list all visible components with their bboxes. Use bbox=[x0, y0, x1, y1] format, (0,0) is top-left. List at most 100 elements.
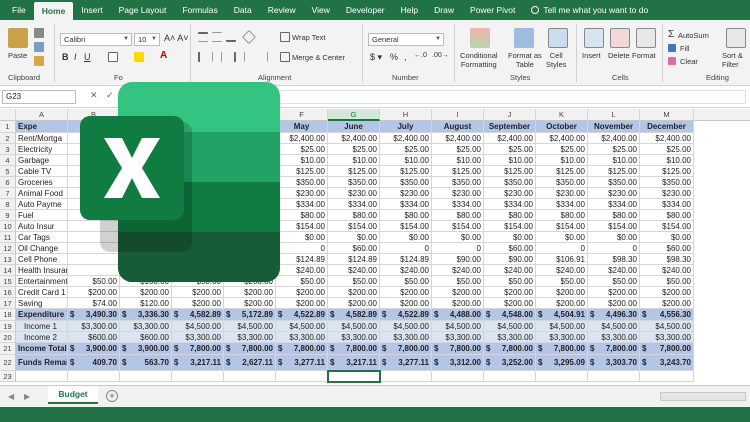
row-header[interactable]: 17 bbox=[0, 298, 16, 309]
autosum-button[interactable]: AutoSum bbox=[678, 31, 709, 40]
cell-h17[interactable]: $200.00 bbox=[380, 298, 432, 309]
font-size-combo[interactable]: 10 ▼ bbox=[134, 33, 160, 46]
cell-m12[interactable]: $60.00 bbox=[640, 243, 694, 254]
row-header[interactable]: 18 bbox=[0, 309, 16, 321]
cell-j9[interactable]: $80.00 bbox=[484, 210, 536, 221]
cell-k15[interactable]: $50.00 bbox=[536, 276, 588, 287]
cell-d20[interactable]: $3,300.00 bbox=[172, 332, 224, 343]
autosum-icon[interactable]: Σ bbox=[668, 29, 674, 40]
cell-h5[interactable]: $125.00 bbox=[380, 166, 432, 177]
conditional-formatting-button[interactable]: Conditional Formatting bbox=[460, 51, 498, 69]
cell-k20[interactable]: $3,300.00 bbox=[536, 332, 588, 343]
cell-h21[interactable]: $7,800.00 bbox=[380, 343, 432, 355]
cell-j19[interactable]: $4,500.00 bbox=[484, 321, 536, 332]
cell-k6[interactable]: $350.00 bbox=[536, 177, 588, 188]
row-header[interactable]: 5 bbox=[0, 166, 16, 177]
cell-l15[interactable]: $50.00 bbox=[588, 276, 640, 287]
cell-g14[interactable]: $240.00 bbox=[328, 265, 380, 276]
cell-h2[interactable]: $2,400.00 bbox=[380, 133, 432, 144]
cell-i15[interactable]: $50.00 bbox=[432, 276, 484, 287]
row-header[interactable]: 12 bbox=[0, 243, 16, 254]
cell-e21[interactable]: $7,800.00 bbox=[224, 343, 276, 355]
cell-j14[interactable]: $240.00 bbox=[484, 265, 536, 276]
row-header[interactable]: 10 bbox=[0, 221, 16, 232]
row-header[interactable]: 9 bbox=[0, 210, 16, 221]
align-bottom-icon[interactable] bbox=[226, 32, 236, 42]
cell-k4[interactable]: $10.00 bbox=[536, 155, 588, 166]
cell-i4[interactable]: $10.00 bbox=[432, 155, 484, 166]
align-left-icon[interactable] bbox=[198, 52, 208, 62]
cell-j13[interactable]: $90.00 bbox=[484, 254, 536, 265]
cell-f21[interactable]: $7,800.00 bbox=[276, 343, 328, 355]
cell-g8[interactable]: $334.00 bbox=[328, 199, 380, 210]
cell-j21[interactable]: $7,800.00 bbox=[484, 343, 536, 355]
cell-m16[interactable]: $200.00 bbox=[640, 287, 694, 298]
cell-d19[interactable]: $4,500.00 bbox=[172, 321, 224, 332]
cell-k5[interactable]: $125.00 bbox=[536, 166, 588, 177]
cell-h23[interactable] bbox=[380, 371, 432, 382]
decimal-increase-icon[interactable]: ←.0 bbox=[414, 52, 427, 59]
cell-m6[interactable]: $350.00 bbox=[640, 177, 694, 188]
sort-filter-icon[interactable] bbox=[726, 28, 746, 48]
cell-e20[interactable]: $3,300.00 bbox=[224, 332, 276, 343]
column-header-i[interactable]: I bbox=[432, 109, 484, 121]
cell-k3[interactable]: $25.00 bbox=[536, 144, 588, 155]
column-header-h[interactable]: H bbox=[380, 109, 432, 121]
tab-help[interactable]: Help bbox=[393, 0, 426, 20]
cell-f23[interactable] bbox=[276, 371, 328, 382]
cell-k8[interactable]: $334.00 bbox=[536, 199, 588, 210]
cell-h11[interactable]: $0.00 bbox=[380, 232, 432, 243]
format-painter-icon[interactable] bbox=[34, 56, 44, 66]
cell-g2[interactable]: $2,400.00 bbox=[328, 133, 380, 144]
cell-l8[interactable]: $334.00 bbox=[588, 199, 640, 210]
tab-insert[interactable]: Insert bbox=[73, 0, 110, 20]
cell-i6[interactable]: $350.00 bbox=[432, 177, 484, 188]
decrease-indent-icon[interactable] bbox=[244, 52, 254, 62]
clear-icon[interactable] bbox=[668, 57, 676, 65]
cell-k22[interactable]: $3,295.09 bbox=[536, 355, 588, 371]
cell-l23[interactable] bbox=[588, 371, 640, 382]
cell-f17[interactable]: $200.00 bbox=[276, 298, 328, 309]
cell-l22[interactable]: $3,303.70 bbox=[588, 355, 640, 371]
merge-center-icon[interactable] bbox=[280, 52, 290, 62]
cell-l5[interactable]: $125.00 bbox=[588, 166, 640, 177]
cell-e18[interactable]: $5,172.89 bbox=[224, 309, 276, 321]
row-header[interactable]: 22 bbox=[0, 355, 16, 371]
tab-home[interactable]: Home bbox=[33, 2, 74, 20]
cell-k17[interactable]: $200.00 bbox=[536, 298, 588, 309]
tab-developer[interactable]: Developer bbox=[338, 0, 393, 20]
cell-k14[interactable]: $240.00 bbox=[536, 265, 588, 276]
cell-g17[interactable]: $200.00 bbox=[328, 298, 380, 309]
cell-m3[interactable]: $25.00 bbox=[640, 144, 694, 155]
cell-m14[interactable]: $240.00 bbox=[640, 265, 694, 276]
cell-a21[interactable]: Income Total: bbox=[16, 343, 68, 355]
cell-l17[interactable]: $200.00 bbox=[588, 298, 640, 309]
cell-j16[interactable]: $200.00 bbox=[484, 287, 536, 298]
tab-power-pivot[interactable]: Power Pivot bbox=[462, 0, 523, 20]
cell-m9[interactable]: $80.00 bbox=[640, 210, 694, 221]
percent-icon[interactable]: % bbox=[390, 52, 398, 62]
cell-i10[interactable]: $154.00 bbox=[432, 221, 484, 232]
increase-indent-icon[interactable] bbox=[258, 52, 268, 62]
cell-g11[interactable]: $0.00 bbox=[328, 232, 380, 243]
cell-i2[interactable]: $2,400.00 bbox=[432, 133, 484, 144]
tab-draw[interactable]: Draw bbox=[426, 0, 462, 20]
number-format-combo[interactable]: General ▼ bbox=[368, 33, 444, 46]
wrap-text-button[interactable]: Wrap Text bbox=[292, 33, 326, 42]
cell-k10[interactable]: $154.00 bbox=[536, 221, 588, 232]
cell-g19[interactable]: $4,500.00 bbox=[328, 321, 380, 332]
row-header[interactable]: 2 bbox=[0, 133, 16, 144]
cell-j4[interactable]: $10.00 bbox=[484, 155, 536, 166]
cell-j22[interactable]: $3,252.00 bbox=[484, 355, 536, 371]
cell-e22[interactable]: $2,627.11 bbox=[224, 355, 276, 371]
comma-icon[interactable]: , bbox=[404, 52, 407, 62]
cell-g13[interactable]: $124.89 bbox=[328, 254, 380, 265]
cell-j23[interactable] bbox=[484, 371, 536, 382]
cell-l19[interactable]: $4,500.00 bbox=[588, 321, 640, 332]
decimal-decrease-icon[interactable]: .00→ bbox=[432, 52, 449, 59]
cell-m19[interactable]: $4,500.00 bbox=[640, 321, 694, 332]
cell-m18[interactable]: $4,556.30 bbox=[640, 309, 694, 321]
cell-m5[interactable]: $125.00 bbox=[640, 166, 694, 177]
cell-e17[interactable]: $200.00 bbox=[224, 298, 276, 309]
merge-center-button[interactable]: Merge & Center bbox=[292, 53, 345, 62]
